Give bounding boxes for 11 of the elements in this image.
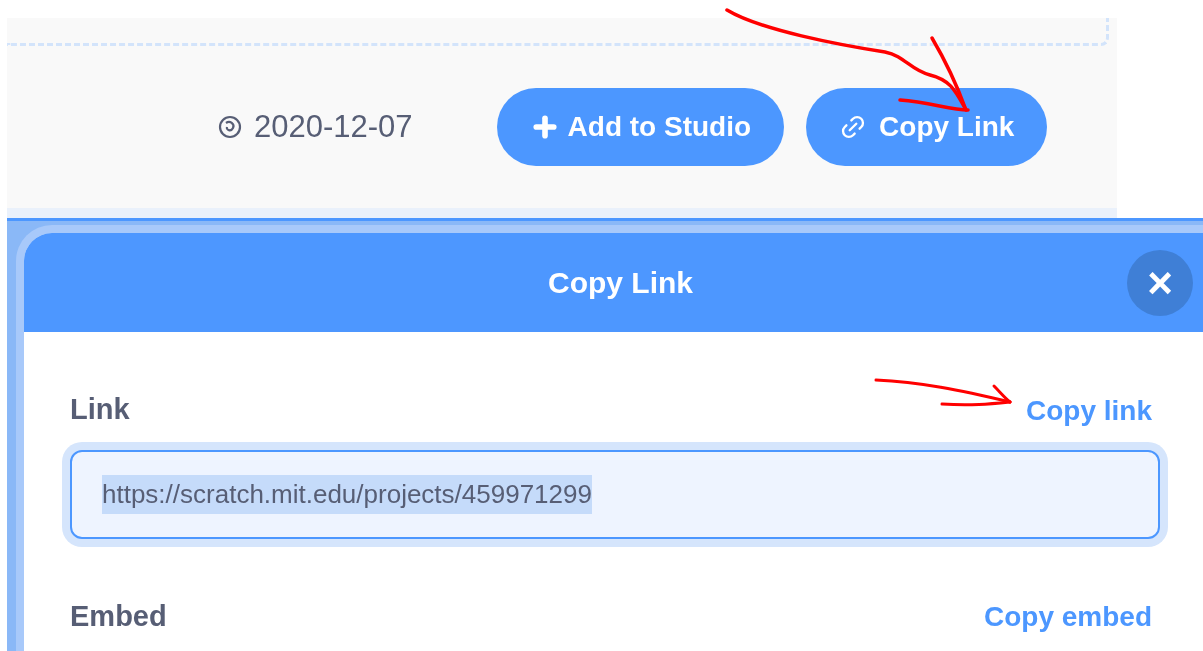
date-text: 2020-12-07 xyxy=(218,103,413,151)
close-button[interactable]: × xyxy=(1127,250,1193,316)
spiral-icon xyxy=(218,115,242,139)
copy-embed-link[interactable]: Copy embed xyxy=(983,596,1152,638)
section-label: Link xyxy=(70,392,130,427)
dialog-title: Copy Link xyxy=(548,265,693,301)
link-field-value: https://scratch.mit.edu/projects/459971299 xyxy=(102,474,592,514)
copy-link-link[interactable]: Copy link xyxy=(1026,389,1152,432)
copy-link-button[interactable]: Copy Link xyxy=(806,88,1048,166)
section-label: Embed xyxy=(70,598,167,634)
add-to-studio-button[interactable]: Add to Studio xyxy=(496,88,785,166)
